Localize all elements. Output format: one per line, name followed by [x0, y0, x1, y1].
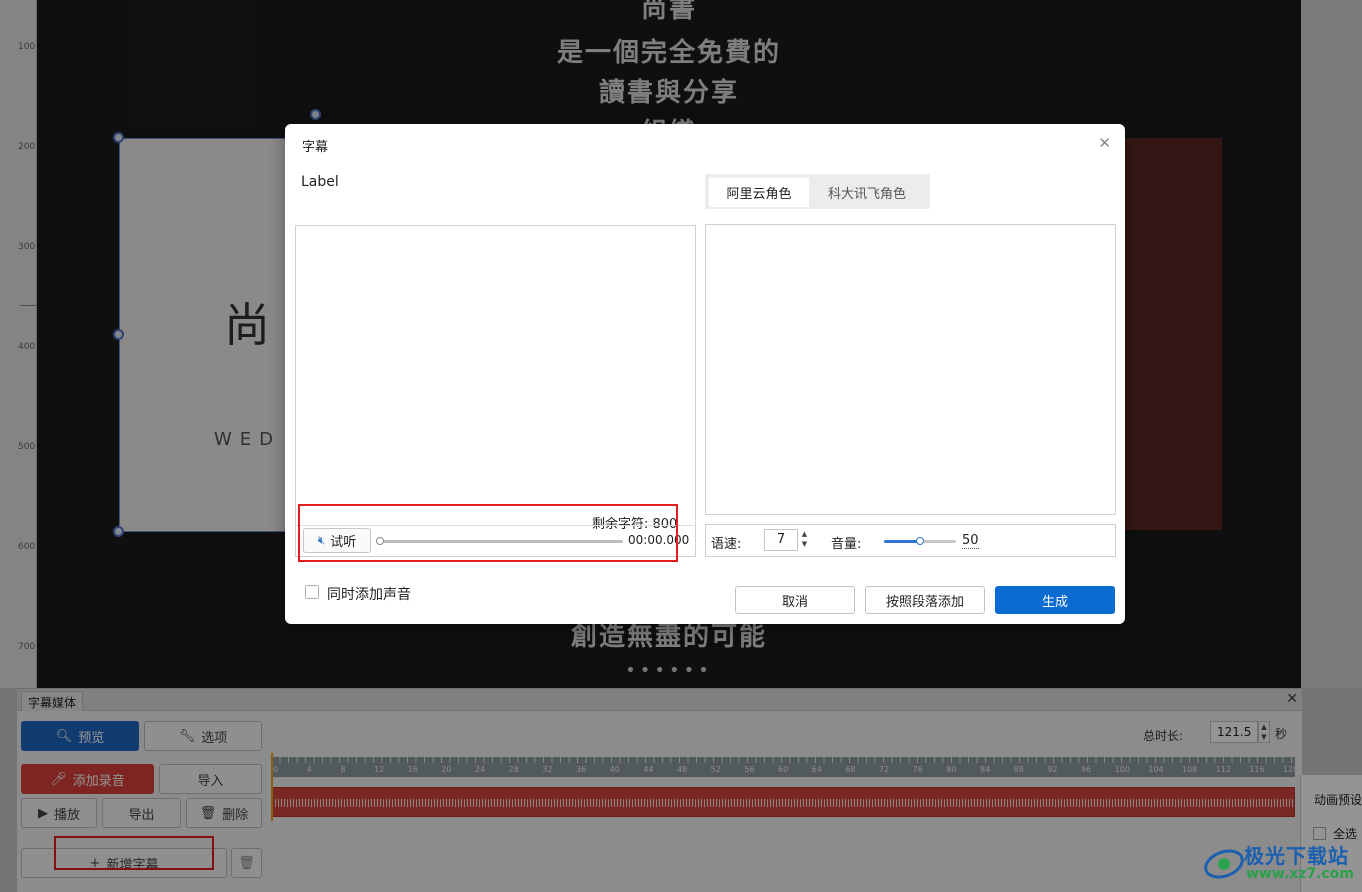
- site-watermark: 极光下载站 www.xz7.com: [1200, 838, 1362, 892]
- volume-knob[interactable]: [916, 537, 924, 545]
- volume-label: 音量:: [831, 537, 862, 552]
- watermark-name: 极光下载站: [1244, 844, 1349, 868]
- highlight-box: [298, 504, 678, 562]
- volume-fill: [884, 540, 920, 543]
- tab-aliyun-role[interactable]: 阿里云角色: [709, 178, 809, 207]
- add-audio-checkbox[interactable]: [305, 585, 319, 599]
- speed-label: 语速:: [711, 537, 742, 552]
- volume-value: 50: [962, 533, 979, 549]
- dialog-title: 字幕: [302, 140, 329, 155]
- add-by-paragraph-button[interactable]: 按照段落添加: [865, 586, 985, 614]
- close-icon[interactable]: ✕: [1098, 134, 1111, 152]
- label-text: Label: [301, 174, 339, 190]
- generate-button[interactable]: 生成: [995, 586, 1115, 614]
- cancel-button[interactable]: 取消: [735, 586, 855, 614]
- subtitle-dialog: 字幕 ✕ Label 阿里云角色 科大讯飞角色 剩余字符: 800 🔇︎ 试听 …: [285, 124, 1125, 624]
- role-list[interactable]: [705, 224, 1116, 515]
- watermark-url: www.xz7.com: [1246, 866, 1354, 882]
- speed-input[interactable]: 7: [764, 529, 798, 551]
- speed-spinner[interactable]: ▲ ▼: [798, 529, 811, 551]
- voice-role-tabs: 阿里云角色 科大讯飞角色: [705, 174, 930, 209]
- tab-iflytek-role[interactable]: 科大讯飞角色: [817, 178, 917, 207]
- watermark-logo-icon: [1204, 849, 1244, 879]
- add-audio-label: 同时添加声音: [327, 587, 411, 603]
